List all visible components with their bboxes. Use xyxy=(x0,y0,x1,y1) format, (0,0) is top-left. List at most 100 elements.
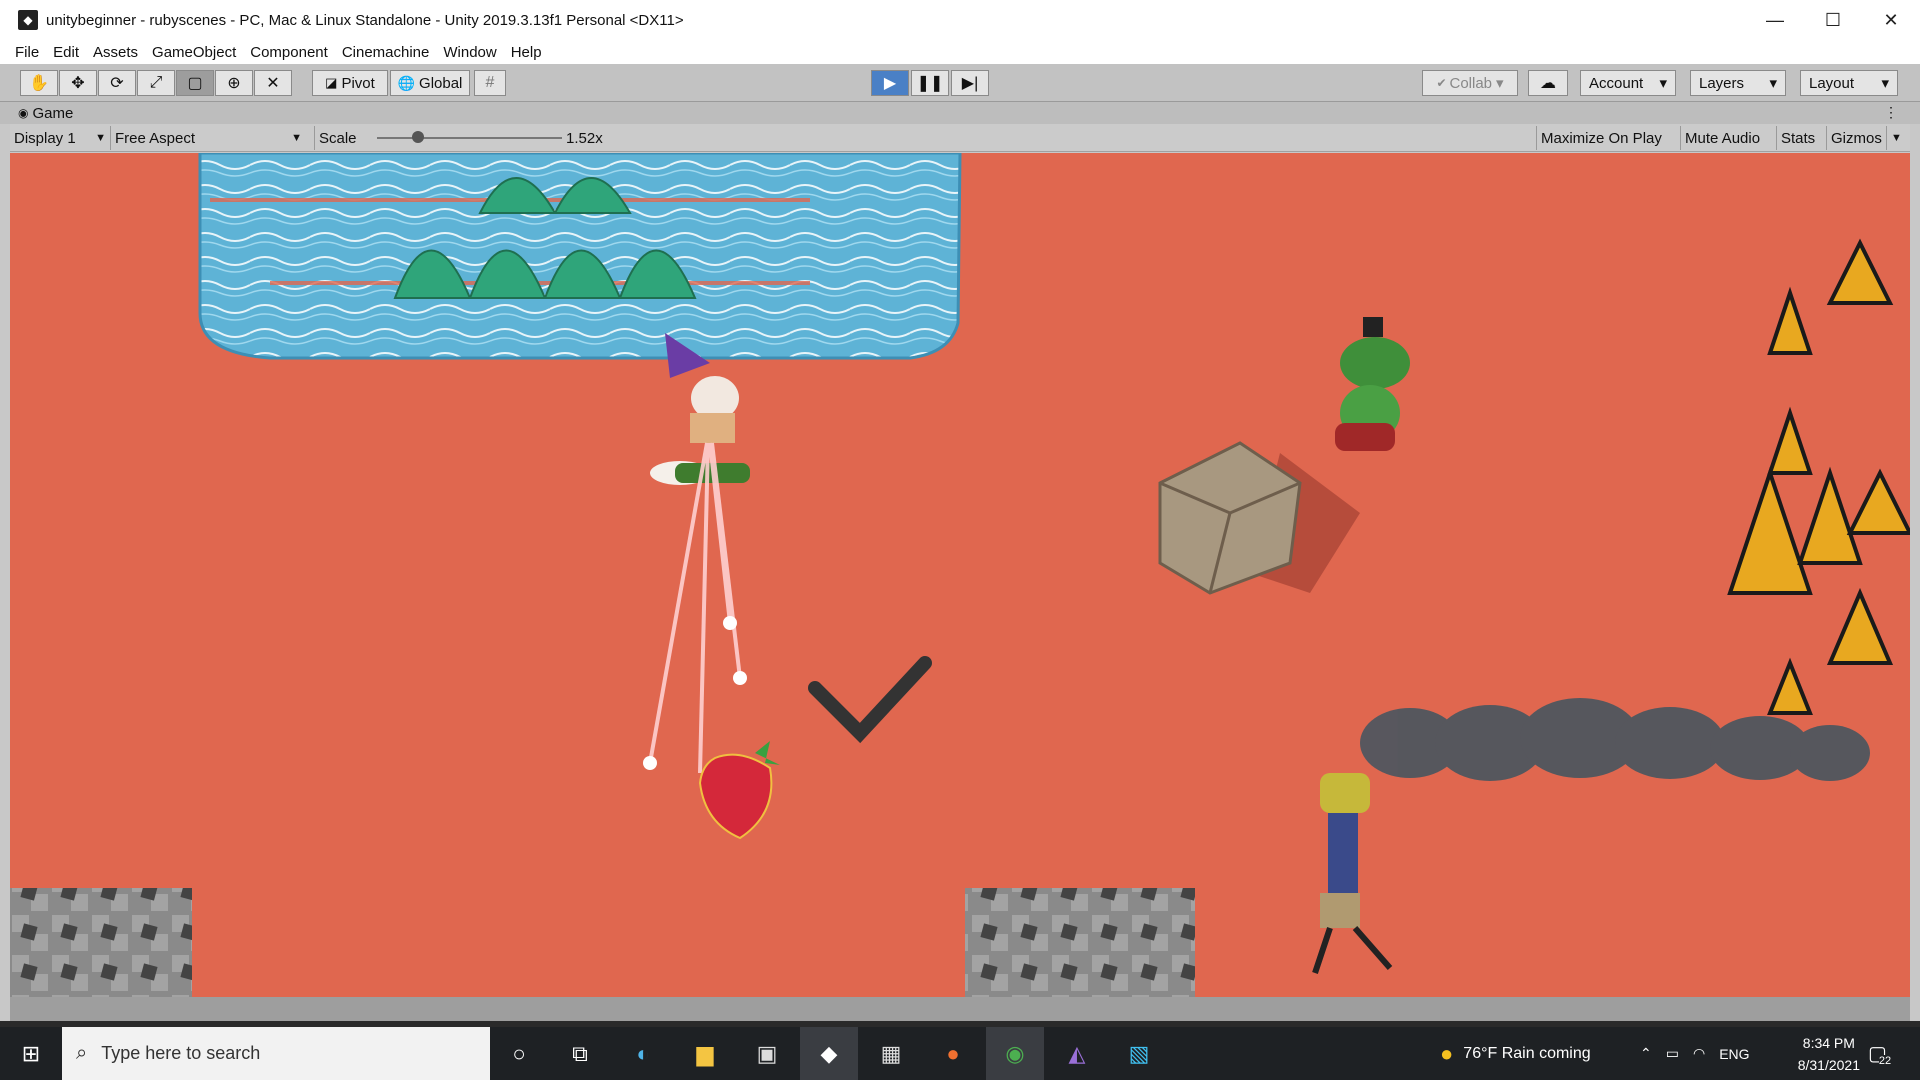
rect-tool-button[interactable]: ▢ xyxy=(176,70,214,96)
hand-icon: ✋ xyxy=(29,75,49,92)
app-icon[interactable]: ▧ xyxy=(1110,1027,1168,1080)
unity-logo-icon: ◆ xyxy=(18,10,38,30)
transform-tool-button[interactable]: ⊕ xyxy=(215,70,253,96)
play-button[interactable]: ▶ xyxy=(871,70,909,96)
firefox-icon[interactable]: ● xyxy=(924,1027,982,1080)
account-label: Account xyxy=(1589,74,1644,92)
pivot-toggle-button[interactable]: ◪ Pivot xyxy=(312,70,388,96)
weather-widget[interactable]: ● 76°F Rain coming xyxy=(1440,1027,1591,1080)
minimize-button[interactable]: — xyxy=(1746,0,1804,40)
strawberry-pickup xyxy=(698,741,780,840)
menu-gameobject[interactable]: GameObject xyxy=(152,44,236,61)
tab-game[interactable]: ◉ Game xyxy=(18,105,73,122)
menu-component[interactable]: Component xyxy=(250,44,328,61)
cortana-icon[interactable]: ○ xyxy=(490,1027,548,1080)
cloud-button[interactable]: ☁ xyxy=(1528,70,1568,96)
title-bar: ◆ unitybeginner - rubyscenes - PC, Mac &… xyxy=(0,0,1920,40)
sun-icon: ● xyxy=(1440,1040,1454,1066)
display-dropdown[interactable]: Display 1 ▼ xyxy=(10,126,110,150)
rect-icon: ▢ xyxy=(187,75,203,92)
search-placeholder: Type here to search xyxy=(101,1043,261,1063)
game-scene xyxy=(10,153,1910,997)
grid-icon: # xyxy=(485,74,495,91)
transform-icon: ⊕ xyxy=(227,75,241,92)
chevron-down-icon: ▾ xyxy=(1496,75,1504,92)
chevron-up-icon[interactable]: ⌃ xyxy=(1640,1045,1652,1062)
crate xyxy=(1158,441,1360,595)
stats-toggle[interactable]: Stats xyxy=(1776,126,1819,150)
visual-studio-icon[interactable]: ◭ xyxy=(1048,1027,1106,1080)
start-button[interactable]: ⊞ xyxy=(0,1027,62,1080)
menu-window[interactable]: Window xyxy=(443,44,496,61)
gamepad-icon: ◉ xyxy=(18,106,29,120)
game-viewport[interactable] xyxy=(10,153,1910,997)
maximize-button[interactable]: ☐ xyxy=(1804,0,1862,40)
aspect-dropdown[interactable]: Free Aspect ▼ xyxy=(110,126,306,150)
pause-icon: ❚❚ xyxy=(916,75,944,92)
scale-slider-track[interactable] xyxy=(377,137,562,139)
account-dropdown[interactable]: Account ▾ xyxy=(1580,70,1676,96)
more-options-icon[interactable]: ⋮ xyxy=(1884,104,1898,121)
stone-tiles-left xyxy=(10,888,192,997)
cloud-icon: ☁ xyxy=(1540,75,1556,92)
clock-time: 8:34 PM xyxy=(1802,1035,1855,1051)
file-explorer-icon[interactable]: ▆ xyxy=(676,1027,734,1080)
laser-spark xyxy=(643,756,657,770)
store-icon[interactable]: ▣ xyxy=(738,1027,796,1080)
scale-label: Scale xyxy=(314,126,361,150)
collab-dropdown[interactable]: ✔ Collab ▾ xyxy=(1422,70,1518,96)
taskbar-clock[interactable]: 8:34 PM 8/31/2021 xyxy=(1798,1032,1860,1076)
move-tool-button[interactable]: ✥ xyxy=(59,70,97,96)
move-icon: ✥ xyxy=(71,75,85,92)
battery-icon[interactable]: ▭ xyxy=(1666,1045,1679,1062)
tab-game-label: Game xyxy=(32,104,74,122)
gizmos-dropdown-arrow[interactable]: ▼ xyxy=(1886,126,1906,150)
tools-icon: ✕ xyxy=(266,75,280,92)
laser-spark xyxy=(723,616,737,630)
editor-status-strip xyxy=(10,997,1910,1021)
calendar-icon[interactable]: ▦ xyxy=(862,1027,920,1080)
scale-tool-button[interactable]: ⤢ xyxy=(137,70,175,96)
custom-tool-button[interactable]: ✕ xyxy=(254,70,292,96)
play-icon: ▶ xyxy=(883,75,897,92)
scale-slider-handle[interactable] xyxy=(412,131,424,143)
layout-label: Layout xyxy=(1809,74,1855,92)
step-button[interactable]: ▶| xyxy=(951,70,989,96)
chevron-down-icon: ▾ xyxy=(1769,75,1777,92)
laser-beams xyxy=(648,442,742,774)
language-indicator[interactable]: ENG xyxy=(1719,1046,1749,1062)
layout-dropdown[interactable]: Layout ▾ xyxy=(1800,70,1898,96)
chevron-down-icon: ▼ xyxy=(95,132,106,144)
globe-icon: 🌐 xyxy=(397,74,416,91)
check-icon: ✔ xyxy=(1436,76,1447,90)
pause-button[interactable]: ❚❚ xyxy=(911,70,949,96)
mute-audio-toggle[interactable]: Mute Audio xyxy=(1680,126,1764,150)
menu-edit[interactable]: Edit xyxy=(53,44,79,61)
robot-character xyxy=(1312,773,1393,974)
maximize-on-play-toggle[interactable]: Maximize On Play xyxy=(1536,126,1666,150)
close-button[interactable]: ✕ xyxy=(1862,0,1920,40)
display-label: Display 1 xyxy=(14,129,76,147)
gizmos-toggle[interactable]: Gizmos xyxy=(1826,126,1886,150)
taskbar-search-box[interactable]: ⌕ Type here to search xyxy=(62,1027,490,1080)
menu-assets[interactable]: Assets xyxy=(93,44,138,61)
hand-tool-button[interactable]: ✋ xyxy=(20,70,58,96)
notification-center-button[interactable]: ▢ 22 xyxy=(1868,1027,1892,1080)
global-label: Global xyxy=(419,74,463,92)
traffic-cones xyxy=(1727,238,1910,715)
task-view-icon[interactable]: ⧉ xyxy=(551,1027,609,1080)
wifi-icon[interactable]: ◠ xyxy=(1693,1045,1705,1062)
chrome-icon[interactable]: ◉ xyxy=(986,1027,1044,1080)
rotate-tool-button[interactable]: ⟳ xyxy=(98,70,136,96)
grid-snap-button[interactable]: # xyxy=(474,70,506,96)
window-title: unitybeginner - rubyscenes - PC, Mac & L… xyxy=(46,11,684,29)
chevron-down-icon: ▾ xyxy=(1881,75,1889,92)
menu-help[interactable]: Help xyxy=(511,44,542,61)
edge-icon[interactable]: ◐ xyxy=(614,1027,672,1080)
unity-taskbar-icon[interactable]: ◆ xyxy=(800,1027,858,1080)
menu-cinemachine[interactable]: Cinemachine xyxy=(342,44,430,61)
layers-dropdown[interactable]: Layers ▾ xyxy=(1690,70,1786,96)
windows-logo-icon: ⊞ xyxy=(21,1040,41,1066)
global-toggle-button[interactable]: 🌐 Global xyxy=(390,70,470,96)
menu-file[interactable]: File xyxy=(15,44,39,61)
